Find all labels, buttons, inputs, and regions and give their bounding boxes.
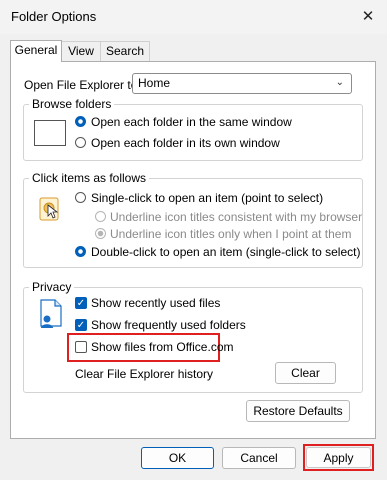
frequent-folders-label[interactable]: Show frequently used folders <box>91 318 246 332</box>
recent-files-checkbox[interactable]: ✓ <box>75 297 87 309</box>
ok-button[interactable]: OK <box>141 447 214 469</box>
open-explorer-label: Open File Explorer to: <box>24 78 141 92</box>
restore-defaults-button[interactable]: Restore Defaults <box>246 400 350 422</box>
double-click-label[interactable]: Double-click to open an item (single-cli… <box>91 245 360 259</box>
own-window-label[interactable]: Open each folder in its own window <box>91 136 280 150</box>
open-explorer-dropdown[interactable]: Home ⌄ <box>132 73 352 94</box>
tab-view[interactable]: View <box>61 41 101 61</box>
underline-browser-radio[interactable] <box>95 211 106 222</box>
single-click-radio[interactable] <box>75 192 86 203</box>
own-window-radio[interactable] <box>75 137 86 148</box>
open-explorer-value: Home <box>138 76 171 90</box>
tab-search[interactable]: Search <box>100 41 150 61</box>
privacy-file-icon <box>35 298 67 330</box>
double-click-radio[interactable] <box>75 246 86 257</box>
same-window-label[interactable]: Open each folder in the same window <box>91 115 292 129</box>
cancel-button[interactable]: Cancel <box>222 447 296 469</box>
frequent-folders-checkbox[interactable]: ✓ <box>75 319 87 331</box>
underline-browser-label[interactable]: Underline icon titles consistent with my… <box>110 210 362 224</box>
cursor-click-icon <box>37 196 63 222</box>
chevron-down-icon: ⌄ <box>335 77 344 88</box>
underline-point-label[interactable]: Underline icon titles only when I point … <box>110 227 351 241</box>
single-click-label[interactable]: Single-click to open an item (point to s… <box>91 191 323 205</box>
clear-history-label: Clear File Explorer history <box>75 367 214 381</box>
window-title: Folder Options <box>11 9 97 24</box>
tab-general[interactable]: General <box>10 40 62 62</box>
office-files-checkbox[interactable] <box>75 341 87 353</box>
clear-button[interactable]: Clear <box>275 362 336 384</box>
close-icon[interactable]: ✕ <box>360 9 376 25</box>
apply-button[interactable]: Apply <box>306 447 371 468</box>
same-window-radio[interactable] <box>75 116 86 127</box>
browse-folders-group <box>23 104 363 161</box>
window-icon <box>34 120 66 146</box>
recent-files-label[interactable]: Show recently used files <box>91 296 220 310</box>
underline-point-radio[interactable] <box>95 228 106 239</box>
office-files-label[interactable]: Show files from Office.com <box>91 340 234 354</box>
click-items-title: Click items as follows <box>29 171 150 185</box>
privacy-title: Privacy <box>29 280 75 294</box>
browse-folders-title: Browse folders <box>29 97 115 111</box>
